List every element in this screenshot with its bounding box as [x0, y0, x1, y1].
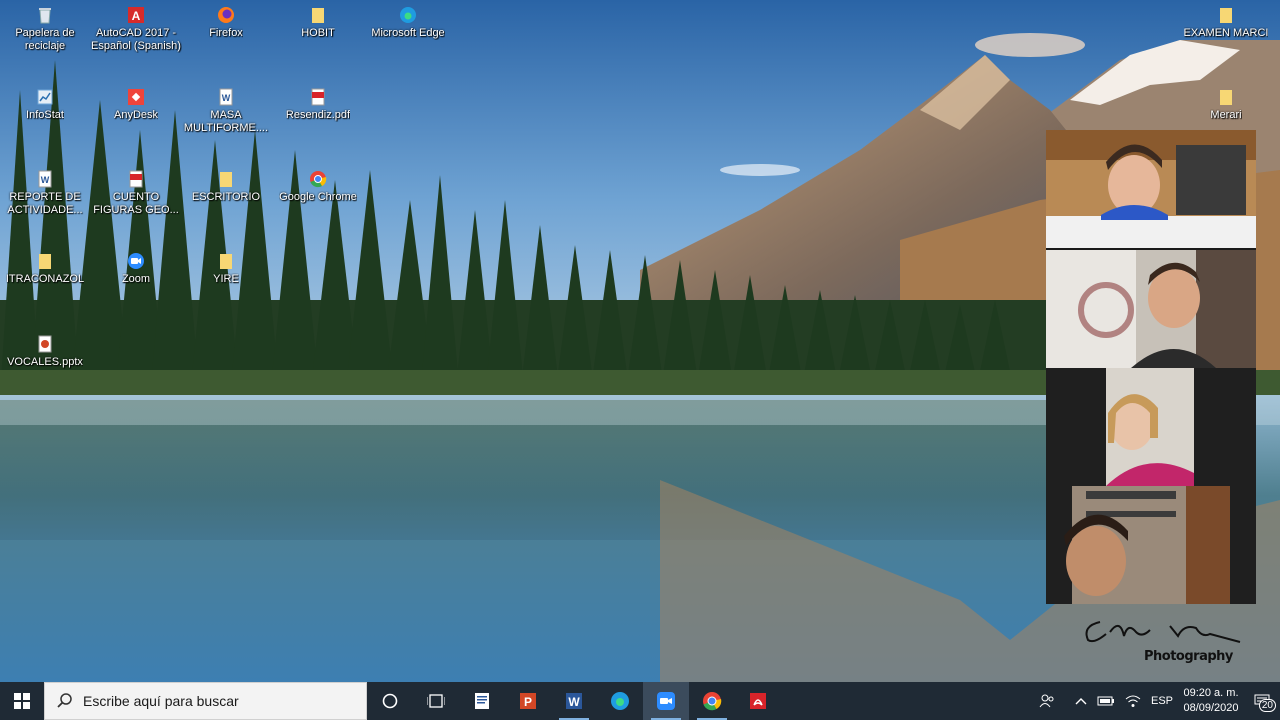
desktop-icon-recycle-bin[interactable]: Papelera de reciclaje [0, 6, 91, 53]
chevron-up-icon [1075, 698, 1087, 705]
desktop-icon-reporte-actividades[interactable]: W REPORTE DE ACTIVIDADE... [0, 170, 91, 217]
svg-text:W: W [41, 175, 50, 185]
taskbar: P W ESP 09:20 a. m. 08/09/2020 [0, 682, 1280, 720]
folder-icon [1220, 90, 1232, 105]
firefox-icon [218, 7, 234, 23]
cortana-icon [382, 693, 398, 709]
folder-icon [39, 254, 51, 269]
folder-icon [220, 254, 232, 269]
signature-scrawl [1085, 621, 1241, 643]
zoom-icon [657, 692, 675, 710]
powerpoint-icon [38, 335, 52, 353]
desktop-icon-edge[interactable]: Microsoft Edge [362, 6, 454, 40]
pdf-icon [311, 88, 325, 106]
action-center-button[interactable]: 20 [1244, 682, 1280, 720]
search-input[interactable] [83, 693, 353, 709]
show-hidden-icons-button[interactable] [1070, 682, 1092, 720]
zoom-icon [128, 253, 144, 269]
anydesk-icon [128, 89, 144, 105]
start-button[interactable] [0, 682, 44, 720]
desktop-icon-merari[interactable]: Merari [1180, 88, 1272, 122]
participant-video-tile-1[interactable] [1046, 130, 1256, 248]
desktop-icon-autocad[interactable]: A AutoCAD 2017 - Español (Spanish) [90, 6, 182, 53]
folder-icon [220, 172, 232, 187]
battery-icon [1097, 696, 1114, 706]
people-button[interactable] [1034, 682, 1060, 720]
desktop-icon-escritorio[interactable]: ESCRITORIO [180, 170, 272, 204]
chrome-icon [310, 171, 327, 188]
desktop-icon-cuento-figuras[interactable]: CUENTO FIGURAS GEO... [90, 170, 182, 217]
svg-text:A: A [132, 9, 141, 23]
powerpoint-icon: P [520, 693, 536, 709]
wallpaper-signature: Photography [1080, 612, 1260, 668]
participant-video-feed [1046, 368, 1256, 486]
language-indicator[interactable]: ESP [1146, 682, 1178, 720]
system-tray: ESP 09:20 a. m. 08/09/2020 20 [1034, 682, 1280, 720]
folder-icon [1220, 8, 1232, 23]
desktop-icon-hobit[interactable]: HOBIT [272, 6, 364, 40]
participant-video-feed [1046, 130, 1256, 248]
word-doc-icon: W [219, 88, 233, 106]
participant-video-tile-3[interactable] [1046, 368, 1256, 486]
participant-video-tile-4[interactable] [1046, 486, 1256, 604]
folder-icon [312, 8, 324, 23]
desktop-icon-firefox[interactable]: Firefox [180, 6, 272, 40]
clock-time: 09:20 a. m. [1183, 687, 1239, 699]
desktop-icon-examen-marci[interactable]: EXAMEN MARCI [1180, 6, 1272, 40]
participant-video-feed [1046, 250, 1256, 368]
autocad-icon: A [128, 7, 144, 23]
people-icon [1039, 694, 1054, 708]
desktop-icon-itraconazol[interactable]: ITRACONAZOL [0, 252, 91, 286]
chrome-icon [703, 692, 722, 711]
windows-logo-icon [14, 693, 30, 709]
word-doc-icon: W [38, 170, 52, 188]
recycle-bin-icon [39, 8, 51, 24]
video-call-gallery[interactable] [1046, 130, 1256, 604]
notification-count-badge: 20 [1258, 699, 1276, 712]
taskbar-word[interactable]: W [551, 682, 597, 720]
taskbar-search-box[interactable] [44, 682, 367, 720]
participant-video-feed [1046, 486, 1256, 604]
infostat-icon [37, 89, 53, 105]
acrobat-icon [750, 693, 766, 709]
wifi-button[interactable] [1120, 682, 1146, 720]
desktop-icon-resendiz-pdf[interactable]: Resendiz.pdf [272, 88, 364, 122]
search-icon [57, 693, 72, 708]
desktop-icon-infostat[interactable]: InfoStat [0, 88, 91, 122]
signature-label: Photography [1144, 649, 1233, 664]
edge-icon [400, 7, 416, 23]
task-view-button[interactable] [413, 682, 459, 720]
taskbar-edge[interactable] [597, 682, 643, 720]
task-view-icon [427, 694, 445, 708]
clock[interactable]: 09:20 a. m. 08/09/2020 [1178, 682, 1244, 720]
word-icon: W [566, 693, 582, 709]
taskbar-acrobat[interactable] [735, 682, 781, 720]
taskbar-powerpoint[interactable]: P [505, 682, 551, 720]
svg-text:W: W [568, 695, 580, 709]
desktop-icon-google-chrome[interactable]: Google Chrome [272, 170, 364, 204]
battery-button[interactable] [1092, 682, 1120, 720]
edge-icon [611, 692, 629, 710]
desktop-icon-yire[interactable]: YIRE [180, 252, 272, 286]
taskbar-chrome[interactable] [689, 682, 735, 720]
desktop-icon-masa-multiforme[interactable]: W MASA MULTIFORME.... [180, 88, 272, 135]
wifi-icon [1125, 695, 1141, 707]
participant-video-tile-2[interactable] [1046, 250, 1256, 368]
file-icon [475, 693, 489, 709]
desktop-icon-anydesk[interactable]: AnyDesk [90, 88, 182, 122]
pdf-icon [129, 170, 143, 188]
desktop-icon-zoom[interactable]: Zoom [90, 252, 182, 286]
desktop-icon-vocales-pptx[interactable]: VOCALES.pptx [0, 335, 91, 369]
svg-text:P: P [524, 695, 532, 709]
clock-date: 08/09/2020 [1183, 702, 1239, 714]
cortana-button[interactable] [367, 682, 413, 720]
taskbar-zoom[interactable] [643, 682, 689, 720]
taskbar-file-explorer[interactable] [459, 682, 505, 720]
svg-text:W: W [222, 93, 231, 103]
